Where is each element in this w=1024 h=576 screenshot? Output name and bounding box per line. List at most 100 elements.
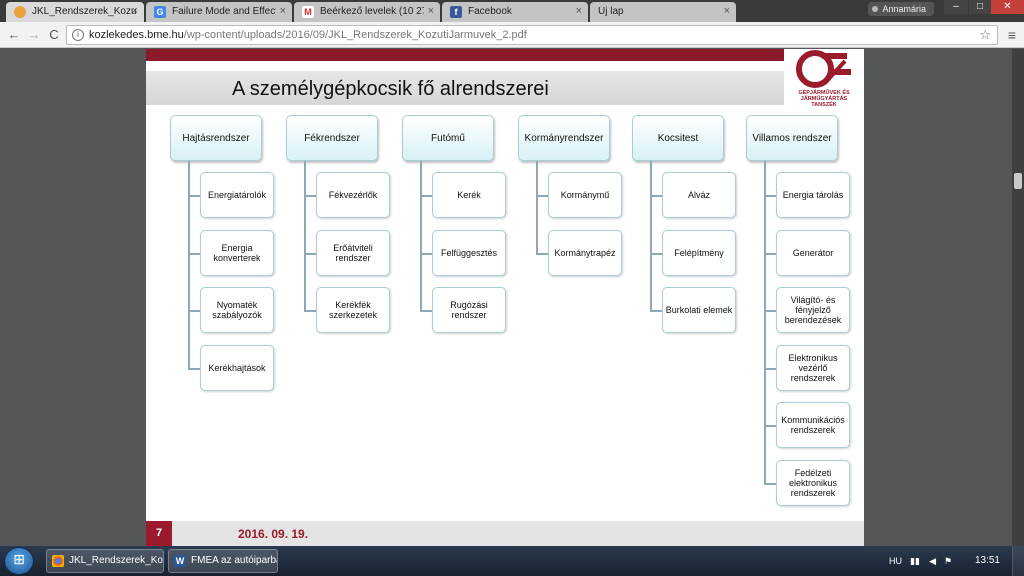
word-icon: W <box>174 555 186 567</box>
tab-title: Facebook <box>468 6 512 17</box>
connector-line <box>764 368 776 370</box>
connector-line <box>650 253 662 255</box>
close-tab-icon[interactable]: × <box>132 5 138 17</box>
connector-line <box>536 253 548 255</box>
subsystem-box: Felfüggesztés <box>432 230 506 276</box>
subsystem-box: Generátor <box>776 230 850 276</box>
subsystem-box: Kerékhajtások <box>200 345 274 391</box>
loading-icon <box>14 6 26 18</box>
info-icon[interactable]: i <box>72 29 84 41</box>
connector-line <box>764 253 776 255</box>
tab-gmail[interactable]: M Beérkező levelek (10 278 × <box>294 2 440 22</box>
subsystem-box: Világító- és fényjelző berendezések <box>776 287 850 333</box>
category-box: Kormányrendszer <box>518 115 610 161</box>
address-bar[interactable]: i kozlekedes.bme.hu/wp-content/uploads/2… <box>66 25 998 45</box>
subsystem-box: Nyomaték szabályozók <box>200 287 274 333</box>
forward-button[interactable]: → <box>26 27 42 43</box>
logo-text: GÉPJÁRMŰVEK ÉS JÁRMŰGYÁRTÁS TANSZÉK <box>798 90 850 108</box>
tab-failure-mode[interactable]: G Failure Mode and Effect × <box>146 2 292 22</box>
connector-line <box>188 195 200 197</box>
connector-line <box>304 195 316 197</box>
pdf-page: A személygépkocsik fő alrendszerei GÉPJÁ… <box>146 49 864 546</box>
connector-line <box>188 253 200 255</box>
scrollbar[interactable] <box>1012 49 1024 546</box>
category-box: Fékrendszer <box>286 115 378 161</box>
connector-line <box>304 310 316 312</box>
subsystem-box: Fedélzeti elektronikus rendszerek <box>776 460 850 506</box>
connector-line <box>188 310 200 312</box>
browser-toolbar: ← → C i kozlekedes.bme.hu/wp-content/upl… <box>0 22 1024 48</box>
subsystem-box: Fékvezérlők <box>316 172 390 218</box>
taskbar-item-word[interactable]: W FMEA az autóiparba... <box>168 549 278 573</box>
connector-line <box>650 310 662 312</box>
url-path: /wp-content/uploads/2016/09/JKL_Rendszer… <box>183 29 527 41</box>
network-icon[interactable]: ▮▮ <box>910 556 920 567</box>
subsystem-box: Erőátviteli rendszer <box>316 230 390 276</box>
clock[interactable]: 13:51 <box>975 555 1000 566</box>
category-box: Futómű <box>402 115 494 161</box>
category-box: Hajtásrendszer <box>170 115 262 161</box>
connector-line <box>420 195 432 197</box>
tab-new[interactable]: Új lap × <box>590 2 736 22</box>
subsystem-box: Rugózási rendszer <box>432 287 506 333</box>
subsystem-box: Alváz <box>662 172 736 218</box>
logo-emblem-icon <box>795 49 853 89</box>
close-tab-icon[interactable]: × <box>724 5 730 17</box>
close-tab-icon[interactable]: × <box>428 5 434 17</box>
page-number: 7 <box>146 521 172 546</box>
taskbar-item-label: FMEA az autóiparba... <box>191 555 277 566</box>
profile-button[interactable]: Annamária <box>868 2 934 16</box>
connector-line <box>304 253 316 255</box>
connector-line <box>188 161 190 369</box>
connector-line <box>764 195 776 197</box>
taskbar-item-chrome[interactable]: JKL_Rendszerek_Koz... <box>46 549 164 573</box>
connector-line <box>764 161 766 484</box>
subsystem-box: Kommunikációs rendszerek <box>776 402 850 448</box>
tab-facebook[interactable]: f Facebook × <box>442 2 588 22</box>
connector-line <box>764 310 776 312</box>
slide-title: A személygépkocsik fő alrendszerei <box>232 78 549 100</box>
connector-line <box>304 161 306 311</box>
tab-jkl-pdf[interactable]: JKL_Rendszerek_KozutiJa × <box>6 2 144 22</box>
system-tray: HU ▮▮ ◀ ⚑ 13:51 <box>884 546 1024 576</box>
connector-line <box>764 425 776 427</box>
subsystem-box: Kormánytrapéz <box>548 230 622 276</box>
tab-title: Új lap <box>598 6 624 17</box>
category-box: Kocsitest <box>632 115 724 161</box>
connector-line <box>536 195 548 197</box>
header-red-bar <box>146 49 784 61</box>
tab-title: Failure Mode and Effect <box>172 6 276 17</box>
subsystem-box: Energia tárolás <box>776 172 850 218</box>
connector-line <box>188 368 200 370</box>
back-button[interactable]: ← <box>6 27 22 43</box>
subsystem-box: Burkolati elemek <box>662 287 736 333</box>
subsystem-box: Energia konverterek <box>200 230 274 276</box>
connector-line <box>764 483 776 485</box>
close-window-button[interactable]: ✕ <box>991 0 1024 14</box>
bookmark-star-icon[interactable]: ☆ <box>979 26 991 44</box>
volume-icon[interactable]: ◀ <box>929 556 936 567</box>
start-button[interactable] <box>4 547 34 575</box>
connector-line <box>536 161 538 254</box>
connector-line <box>420 253 432 255</box>
subsystem-box: Kormánymű <box>548 172 622 218</box>
subsystem-box: Felépítmény <box>662 230 736 276</box>
google-icon: G <box>154 6 166 18</box>
close-tab-icon[interactable]: × <box>280 5 286 17</box>
connector-line <box>420 310 432 312</box>
minimize-button[interactable]: – <box>944 0 968 14</box>
department-logo: GÉPJÁRMŰVEK ÉS JÁRMŰGYÁRTÁS TANSZÉK <box>784 49 864 111</box>
connector-line <box>420 161 422 311</box>
maximize-button[interactable]: □ <box>969 0 991 14</box>
chrome-menu-icon[interactable]: ≡ <box>1008 27 1016 43</box>
chrome-icon <box>52 555 64 567</box>
tab-title: Beérkező levelek (10 278 <box>320 6 424 17</box>
scrollbar-thumb[interactable] <box>1014 173 1022 189</box>
close-tab-icon[interactable]: × <box>576 5 582 17</box>
language-icon[interactable]: HU <box>889 556 902 566</box>
show-desktop-button[interactable] <box>1012 546 1024 576</box>
flag-icon[interactable]: ⚑ <box>944 556 952 567</box>
reload-button[interactable]: C <box>46 27 62 43</box>
connector-line <box>650 195 662 197</box>
category-box: Villamos rendszer <box>746 115 838 161</box>
